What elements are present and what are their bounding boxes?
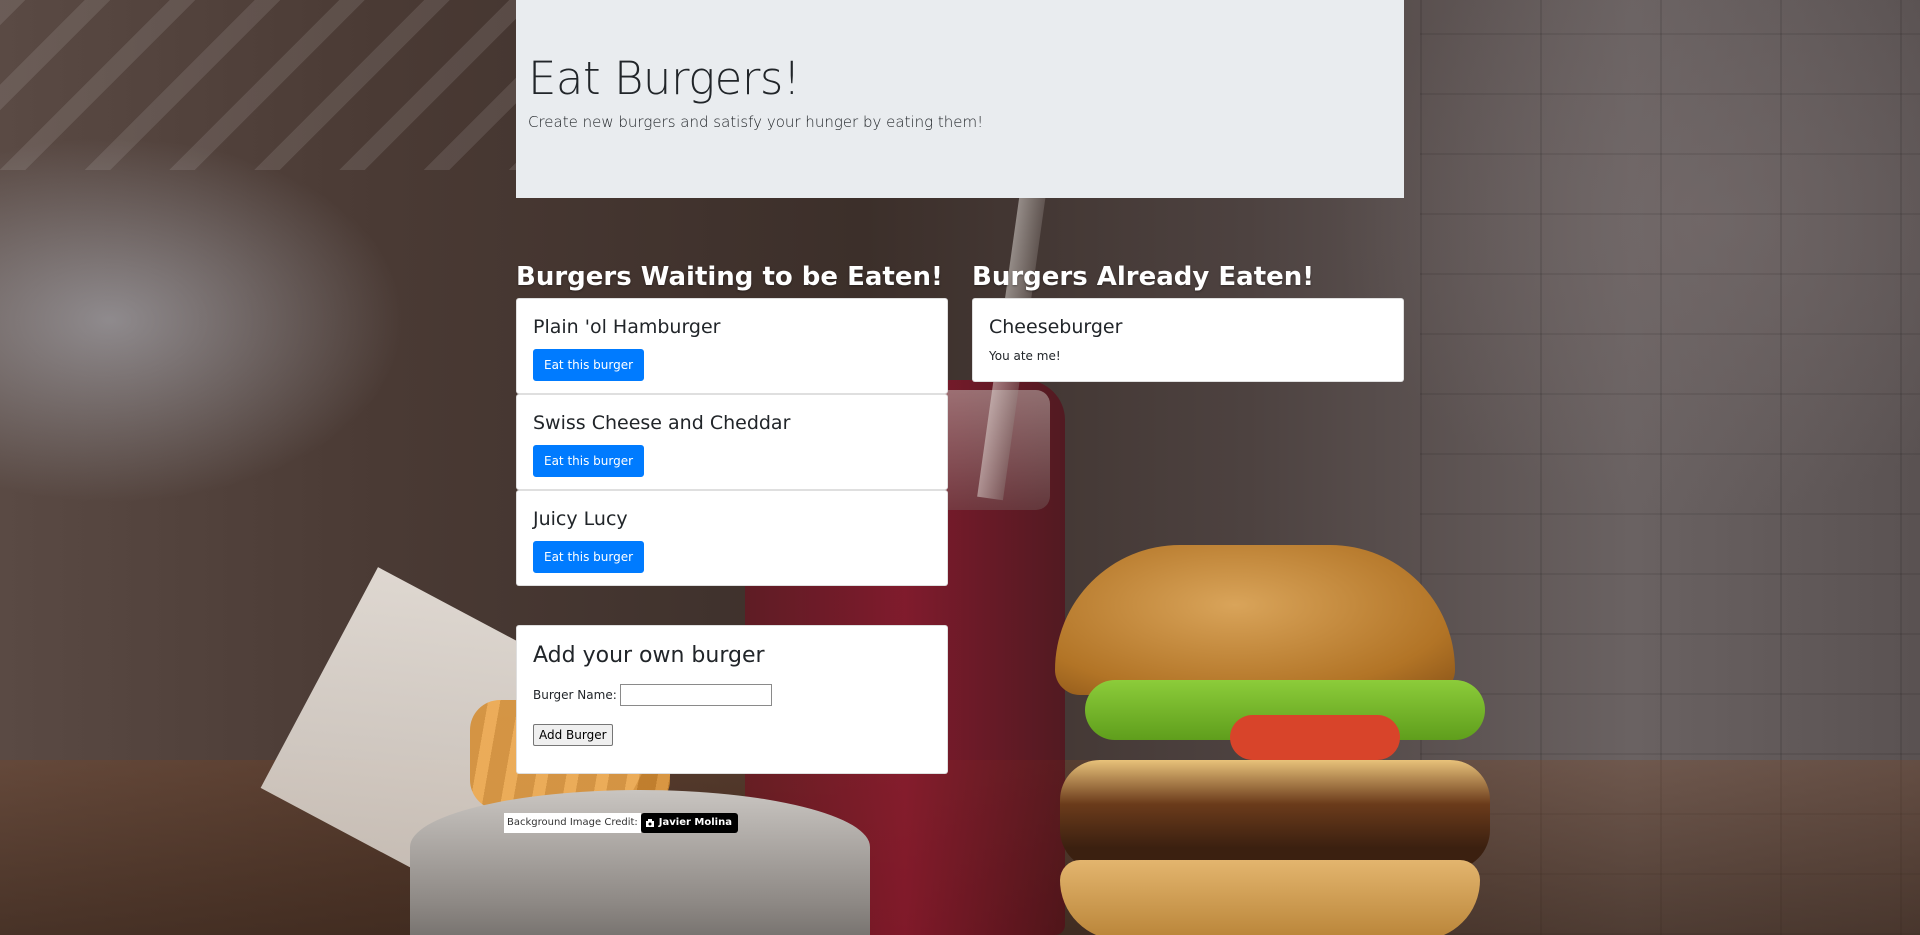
eat-burger-button[interactable]: Eat this burger — [533, 445, 645, 477]
camera-icon — [645, 819, 654, 827]
burger-name-row: Burger Name: — [533, 684, 931, 706]
credit-author-link[interactable]: Javier Molina — [640, 813, 738, 833]
jumbotron: Eat Burgers! Create new burgers and sati… — [516, 0, 1404, 198]
burger-card: Juicy Lucy Eat this burger — [516, 490, 948, 586]
add-burger-heading: Add your own burger — [533, 643, 765, 668]
add-burger-form: Add your own burger Burger Name: Add Bur… — [516, 625, 948, 774]
eaten-heading: Burgers Already Eaten! — [972, 262, 1315, 292]
burger-name: Swiss Cheese and Cheddar — [533, 412, 791, 434]
burger-name-label: Burger Name: — [533, 688, 617, 702]
eaten-burger-card: Cheeseburger You ate me! — [972, 298, 1404, 382]
burger-name: Plain 'ol Hamburger — [533, 316, 721, 338]
burger-name-input[interactable] — [619, 684, 772, 706]
eat-burger-button[interactable]: Eat this burger — [533, 349, 645, 381]
eaten-column: Burgers Already Eaten! Cheeseburger You … — [972, 262, 1404, 382]
eaten-note: You ate me! — [989, 349, 1061, 363]
main-container: Eat Burgers! Create new burgers and sati… — [516, 0, 1404, 774]
credit-author-name: Javier Molina — [658, 817, 732, 828]
burger-name: Juicy Lucy — [533, 508, 628, 530]
burger-card: Plain 'ol Hamburger Eat this burger — [516, 298, 948, 394]
image-credit: Background Image Credit: Javier Molina — [504, 813, 738, 833]
page-subtitle: Create new burgers and satisfy your hung… — [528, 113, 984, 131]
eaten-burger-name: Cheeseburger — [989, 316, 1123, 338]
waiting-column: Burgers Waiting to be Eaten! Plain 'ol H… — [516, 262, 948, 586]
waiting-heading: Burgers Waiting to be Eaten! — [516, 262, 943, 292]
page-title: Eat Burgers! — [528, 52, 801, 105]
eat-burger-button[interactable]: Eat this burger — [533, 541, 645, 573]
burger-card: Swiss Cheese and Cheddar Eat this burger — [516, 394, 948, 490]
add-burger-button[interactable]: Add Burger — [533, 724, 613, 746]
credit-label: Background Image Credit: — [504, 813, 641, 833]
